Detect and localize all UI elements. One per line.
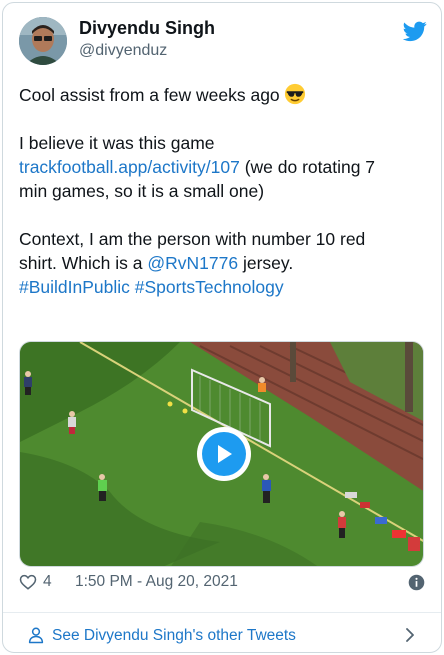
play-button[interactable]	[197, 427, 251, 481]
tweet-text: Cool assist from a few weeks ago I belie…	[19, 83, 429, 299]
tweet-line-1: Cool assist from a few weeks ago	[19, 83, 429, 107]
like-count[interactable]: 4	[43, 573, 52, 591]
tweet-timestamp[interactable]: 1:50 PM - Aug 20, 2021	[75, 573, 238, 591]
tweet-line-6: shirt. Which is a @RvN1776 jersey.	[19, 253, 294, 273]
see-other-tweets-link[interactable]: See Divyendu Singh's other Tweets	[19, 623, 427, 651]
author-handle[interactable]: @divyenduz	[79, 42, 167, 60]
video-player[interactable]	[19, 341, 424, 567]
embedded-tweet-card[interactable]: Divyendu Singh @divyenduz Cool assist fr…	[2, 2, 442, 653]
chevron-right-icon	[406, 628, 414, 642]
avatar[interactable]	[19, 17, 67, 65]
tweet-meta: 4 1:50 PM - Aug 20, 2021	[19, 571, 427, 595]
person-icon	[28, 627, 44, 644]
mention-link[interactable]: @RvN1776	[147, 253, 238, 273]
divider	[3, 612, 441, 613]
tweet-line-2: I believe it was this game	[19, 133, 215, 153]
play-icon	[218, 445, 232, 463]
heart-icon[interactable]	[19, 573, 37, 591]
tweet-line-7: #BuildInPublic #SportsTechnology	[19, 275, 429, 299]
hashtag-link[interactable]: #SportsTechnology	[135, 277, 284, 297]
tweet-line-3: trackfootball.app/activity/107 (we do ro…	[19, 157, 376, 177]
tweet-line-4: min games, so it is a small one)	[19, 181, 265, 201]
see-other-tweets-label: See Divyendu Singh's other Tweets	[52, 627, 296, 644]
hashtag-link[interactable]: #BuildInPublic	[19, 277, 130, 297]
info-icon[interactable]	[408, 574, 425, 591]
author-name[interactable]: Divyendu Singh	[79, 18, 215, 39]
sunglasses-emoji-icon	[284, 83, 305, 105]
activity-link[interactable]: trackfootball.app/activity/107	[19, 157, 240, 177]
tweet-line-5: Context, I am the person with number 10 …	[19, 229, 366, 249]
tweet-header: Divyendu Singh @divyenduz	[19, 15, 427, 71]
twitter-bird-icon[interactable]	[403, 19, 427, 43]
